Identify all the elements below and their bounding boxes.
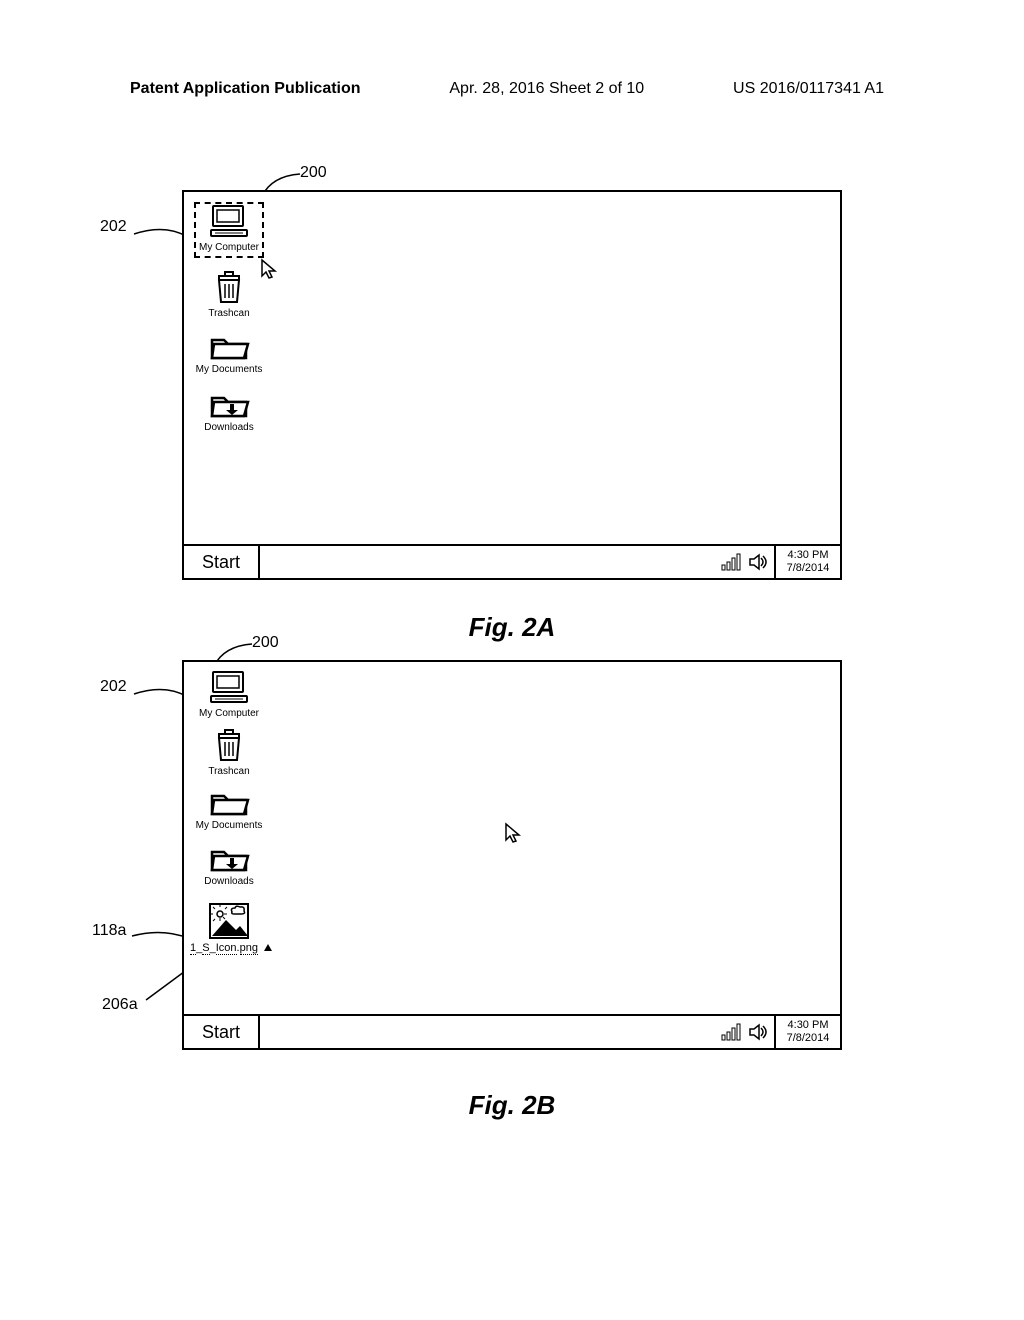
thumbnail-icon[interactable]: 1_S_Icon.png bbox=[190, 902, 268, 955]
desktop-area-b[interactable]: My Computer Trashcan bbox=[184, 662, 840, 1014]
figure-2b-caption: Fig. 2B bbox=[0, 1090, 1024, 1121]
my-documents-icon-b[interactable]: My Documents bbox=[190, 788, 268, 831]
my-computer-icon[interactable]: My Computer bbox=[190, 204, 268, 253]
tray-b bbox=[716, 1016, 774, 1048]
ref-mark-icon bbox=[263, 943, 273, 953]
desktop-window-a: My Computer Trashcan bbox=[182, 190, 842, 580]
figure-2a-caption: Fig. 2A bbox=[0, 612, 1024, 643]
header-left: Patent Application Publication bbox=[130, 80, 361, 98]
trash-icon bbox=[211, 728, 247, 764]
taskbar-mid-b[interactable] bbox=[260, 1016, 716, 1048]
clock-date: 7/8/2014 bbox=[787, 562, 830, 575]
header-right: US 2016/0117341 A1 bbox=[733, 80, 884, 98]
figure-2b: 200 202 118a 206 206a 206b 206c 206d bbox=[182, 660, 842, 1050]
signal-icon[interactable] bbox=[722, 1023, 742, 1041]
thumbnail-filename: 1_S_Icon.png bbox=[190, 942, 268, 955]
tray-a bbox=[716, 546, 774, 578]
lead-202b: 202 bbox=[100, 678, 127, 696]
my-computer-label-b: My Computer bbox=[190, 708, 268, 719]
clock-b[interactable]: 4:30 PM 7/8/2014 bbox=[774, 1016, 840, 1048]
trash-icon bbox=[211, 270, 247, 306]
desktop-window-b: My Computer Trashcan bbox=[182, 660, 842, 1050]
start-button[interactable]: Start bbox=[184, 546, 260, 578]
header-center: Apr. 28, 2016 Sheet 2 of 10 bbox=[449, 80, 644, 98]
lead-200b: 200 bbox=[252, 634, 279, 652]
computer-icon bbox=[207, 204, 251, 240]
lead-200: 200 bbox=[300, 164, 327, 182]
lead-206a: 206a bbox=[102, 996, 138, 1014]
lead-118a: 118a bbox=[92, 922, 126, 940]
taskbar-a: Start 4:30 PM 7/8/2014 bbox=[184, 544, 840, 578]
cursor-icon-b bbox=[504, 822, 522, 844]
my-documents-icon[interactable]: My Documents bbox=[190, 332, 268, 375]
trashcan-label: Trashcan bbox=[190, 308, 268, 319]
downloads-folder-icon bbox=[208, 390, 250, 420]
clock-date-b: 7/8/2014 bbox=[787, 1032, 830, 1045]
downloads-icon[interactable]: Downloads bbox=[190, 390, 268, 433]
taskbar-b: Start 4:30 PM 7/8/2014 bbox=[184, 1014, 840, 1048]
downloads-folder-icon bbox=[208, 844, 250, 874]
clock-a[interactable]: 4:30 PM 7/8/2014 bbox=[774, 546, 840, 578]
start-button-b[interactable]: Start bbox=[184, 1016, 260, 1048]
folder-icon bbox=[208, 788, 250, 818]
volume-icon[interactable] bbox=[748, 1023, 768, 1041]
downloads-icon-b[interactable]: Downloads bbox=[190, 844, 268, 887]
trashcan-label-b: Trashcan bbox=[190, 766, 268, 777]
downloads-label-b: Downloads bbox=[190, 876, 268, 887]
signal-icon[interactable] bbox=[722, 553, 742, 571]
clock-time-b: 4:30 PM bbox=[788, 1019, 829, 1032]
figure-2a: 200 202 204 My Computer bbox=[182, 190, 842, 580]
downloads-label: Downloads bbox=[190, 422, 268, 433]
folder-icon bbox=[208, 332, 250, 362]
my-documents-label-b: My Documents bbox=[190, 820, 268, 831]
taskbar-mid[interactable] bbox=[260, 546, 716, 578]
image-thumb-icon bbox=[208, 902, 250, 940]
lead-202: 202 bbox=[100, 218, 127, 236]
trashcan-icon[interactable]: Trashcan bbox=[190, 270, 268, 319]
my-computer-label: My Computer bbox=[190, 242, 268, 253]
desktop-area-a[interactable]: My Computer Trashcan bbox=[184, 192, 840, 544]
my-documents-label: My Documents bbox=[190, 364, 268, 375]
clock-time: 4:30 PM bbox=[788, 549, 829, 562]
trashcan-icon-b[interactable]: Trashcan bbox=[190, 728, 268, 777]
volume-icon[interactable] bbox=[748, 553, 768, 571]
computer-icon bbox=[207, 670, 251, 706]
page-header: Patent Application Publication Apr. 28, … bbox=[0, 80, 1024, 98]
my-computer-icon-b[interactable]: My Computer bbox=[190, 670, 268, 719]
